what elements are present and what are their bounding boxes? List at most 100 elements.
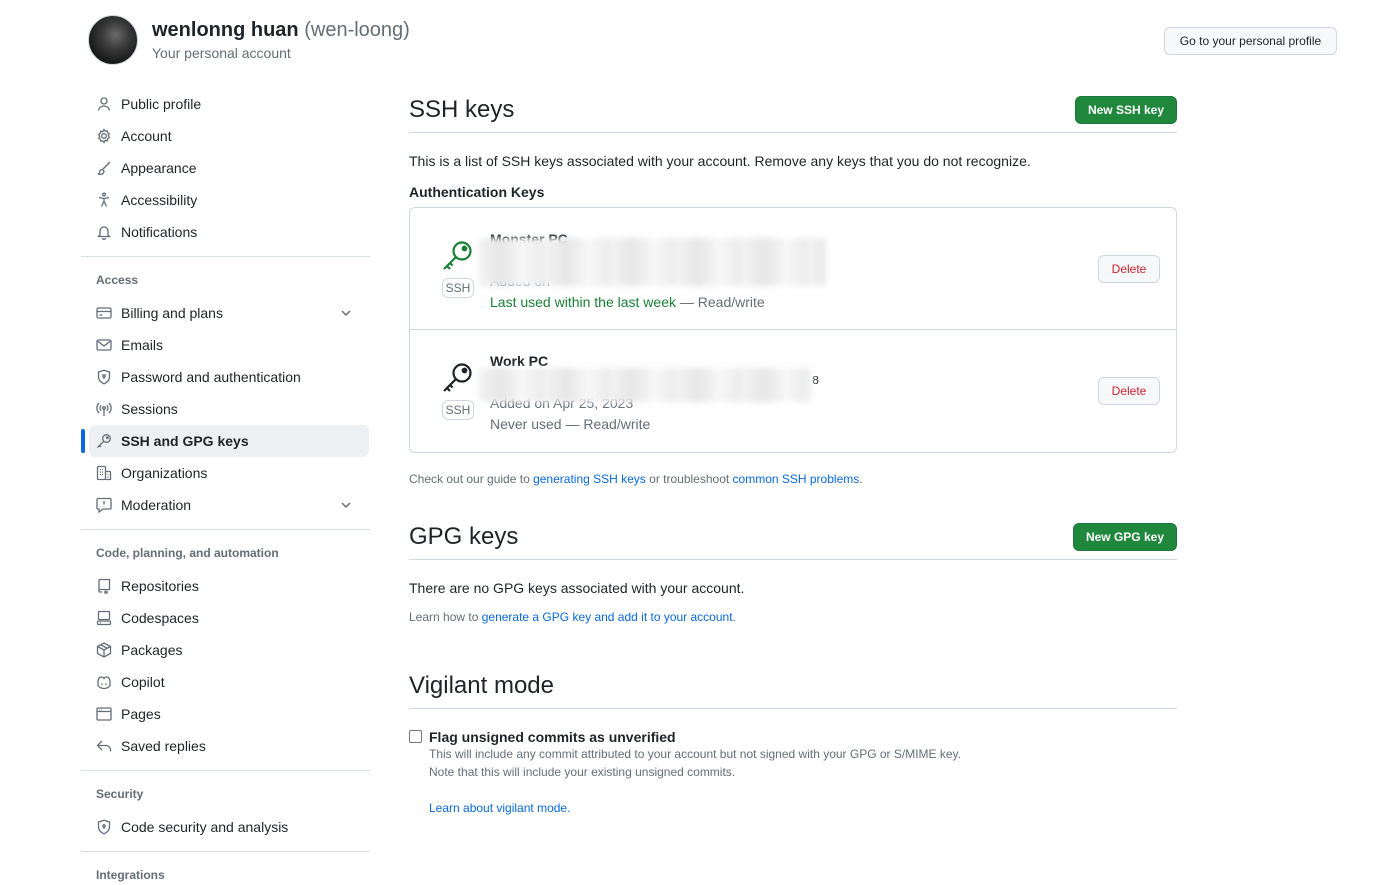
sidebar-item-label: Moderation: [121, 497, 192, 513]
sidebar-item-label: Accessibility: [121, 192, 198, 208]
ssh-guide-note: Check out our guide to generating SSH ke…: [409, 472, 1177, 486]
sidebar-item-appearance[interactable]: Appearance: [81, 152, 370, 184]
ssh-intro-text: This is a list of SSH keys associated wi…: [409, 153, 1031, 169]
sidebar-item-public-profile[interactable]: Public profile: [81, 88, 370, 120]
mail-icon: [96, 337, 112, 353]
codespaces-icon: [96, 610, 112, 626]
learn-suffix: .: [732, 610, 736, 624]
sidebar-group-access: Access: [96, 273, 139, 287]
common-ssh-problems-link[interactable]: common SSH problems: [733, 472, 860, 486]
account-display-name[interactable]: wenlonng huan: [152, 19, 299, 41]
sidebar-item-moderation[interactable]: Moderation: [81, 489, 370, 521]
ssh-badge: SSH: [442, 400, 474, 420]
sidebar-item-label: Saved replies: [121, 738, 206, 754]
sidebar-item-notifications[interactable]: Notifications: [81, 216, 370, 248]
credit-card-icon: [96, 305, 112, 321]
sidebar-item-emails[interactable]: Emails: [81, 329, 370, 361]
sidebar-group-code: Code, planning, and automation: [96, 546, 279, 560]
sidebar-item-organizations[interactable]: Organizations: [81, 457, 370, 489]
key-icon: [96, 433, 112, 449]
key-last-used-status: Last used within the last week: [490, 294, 676, 310]
go-to-profile-button[interactable]: Go to your personal profile: [1164, 27, 1337, 55]
sidebar-divider: [81, 851, 370, 852]
key-access-level: — Read/write: [676, 294, 765, 310]
sidebar-group-security: Security: [96, 787, 144, 801]
avatar[interactable]: [88, 15, 138, 65]
sidebar-item-saved-replies[interactable]: Saved replies: [81, 730, 370, 762]
key-last-used: Never used — Read/write: [490, 416, 650, 432]
chevron-down-icon[interactable]: [338, 497, 354, 513]
sidebar-item-sessions[interactable]: Sessions: [81, 393, 370, 425]
account-header-text: wenlonng huan (wen-loong) Your personal …: [152, 19, 410, 61]
sidebar-item-codespaces[interactable]: Codespaces: [81, 602, 370, 634]
sidebar-item-code-security[interactable]: Code security and analysis: [81, 811, 370, 843]
sidebar-item-pages[interactable]: Pages: [81, 698, 370, 730]
delete-key-button[interactable]: Delete: [1098, 377, 1160, 405]
sidebar-item-billing[interactable]: Billing and plans: [81, 297, 370, 329]
sidebar-item-copilot[interactable]: Copilot: [81, 666, 370, 698]
new-ssh-key-button[interactable]: New SSH key: [1074, 96, 1177, 124]
sidebar-item-label: Notifications: [121, 224, 198, 240]
vigilant-mode-checkbox[interactable]: [409, 730, 422, 743]
vigilant-title: Vigilant mode: [409, 672, 554, 699]
gpg-title: GPG keys: [409, 523, 519, 550]
reply-icon: [96, 738, 112, 754]
sidebar-item-label: Copilot: [121, 674, 165, 690]
generating-ssh-keys-link[interactable]: generating SSH keys: [533, 472, 646, 486]
new-gpg-key-button[interactable]: New GPG key: [1072, 523, 1177, 551]
accessibility-icon: [96, 192, 112, 208]
vigilant-section-header: Vigilant mode: [409, 664, 1177, 709]
gear-icon: [96, 128, 112, 144]
gpg-empty-text: There are no GPG keys associated with yo…: [409, 580, 745, 596]
sidebar-item-label: Organizations: [121, 465, 208, 481]
chevron-down-icon[interactable]: [338, 305, 354, 321]
account-name: wenlonng huan (wen-loong): [152, 19, 410, 42]
shield-lock-icon: [96, 369, 112, 385]
redaction-blur: [478, 368, 812, 402]
sidebar-divider: [81, 770, 370, 771]
browser-icon: [96, 706, 112, 722]
vigilant-desc-line-1: This will include any commit attributed …: [429, 747, 962, 761]
gpg-section-header: GPG keys New GPG key: [409, 515, 1177, 560]
sidebar-item-packages[interactable]: Packages: [81, 634, 370, 666]
sidebar-item-account[interactable]: Account: [81, 120, 370, 152]
key-icon: [440, 238, 476, 274]
sidebar-item-label: Account: [121, 128, 172, 144]
generate-gpg-key-link[interactable]: generate a GPG key and add it to your ac…: [482, 610, 733, 624]
report-icon: [96, 497, 112, 513]
account-subtitle: Your personal account: [152, 45, 291, 61]
sidebar-divider: [81, 529, 370, 530]
vigilant-checkbox-row: Flag unsigned commits as unverified: [409, 729, 1177, 745]
sidebar-item-label: Public profile: [121, 96, 202, 112]
ssh-section-header: SSH keys New SSH key: [409, 88, 1177, 133]
bell-icon: [96, 224, 112, 240]
sidebar-item-label: SSH and GPG keys: [121, 433, 249, 449]
vigilant-desc-line-2: Note that this will include your existin…: [429, 765, 736, 779]
sidebar-item-label: Password and authentication: [121, 369, 301, 385]
learn-prefix: Learn how to: [409, 610, 482, 624]
ssh-badge: SSH: [442, 278, 474, 298]
ssh-key-list: SSH Monster PC Added on Last used within…: [409, 207, 1177, 453]
gpg-learn-note: Learn how to generate a GPG key and add …: [409, 610, 1177, 624]
sidebar-item-accessibility[interactable]: Accessibility: [81, 184, 370, 216]
vigilant-checkbox-label[interactable]: Flag unsigned commits as unverified: [429, 729, 676, 745]
sidebar-item-repositories[interactable]: Repositories: [81, 570, 370, 602]
sidebar-item-label: Repositories: [121, 578, 199, 594]
settings-sidebar: Public profile Account Appearance Access…: [81, 88, 370, 885]
delete-key-button[interactable]: Delete: [1098, 255, 1160, 283]
sidebar-item-label: Codespaces: [121, 610, 199, 626]
learn-vigilant-mode-link[interactable]: Learn about vigilant mode.: [429, 801, 570, 815]
sidebar-item-ssh-gpg-keys[interactable]: SSH and GPG keys: [81, 425, 369, 457]
sidebar-group-integrations: Integrations: [96, 868, 165, 882]
person-icon: [96, 96, 112, 112]
account-header: wenlonng huan (wen-loong) Your personal …: [88, 15, 410, 65]
sidebar-item-password[interactable]: Password and authentication: [81, 361, 370, 393]
broadcast-icon: [96, 401, 112, 417]
vigilant-description: This will include any commit attributed …: [429, 745, 1177, 817]
sidebar-item-label: Appearance: [121, 160, 197, 176]
main-content: SSH keys New SSH key This is a list of S…: [409, 88, 1177, 817]
key-fingerprint: 8: [812, 374, 820, 388]
key-last-used: Last used within the last week — Read/wr…: [490, 294, 765, 310]
sidebar-item-label: Code security and analysis: [121, 819, 289, 835]
ssh-key-item: SSH Monster PC Added on Last used within…: [410, 208, 1176, 330]
